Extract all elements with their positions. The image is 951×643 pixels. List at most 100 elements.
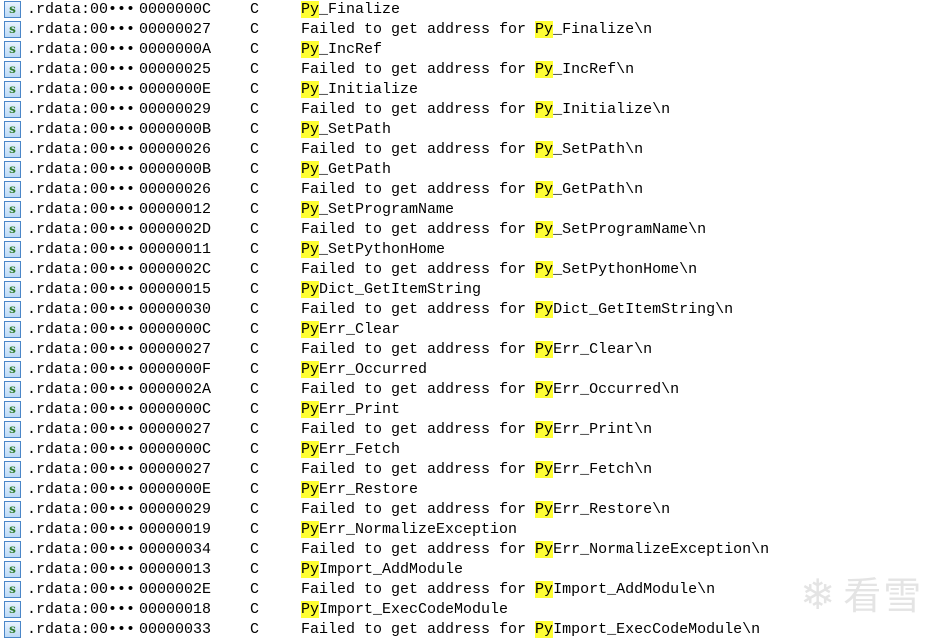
string-row[interactable]: s .rdata:00••• 0000000C C Py_Finalize	[0, 0, 951, 20]
string-cell: Failed to get address for PyErr_Clear\n	[301, 340, 652, 360]
type-cell: C	[250, 561, 260, 578]
string-row[interactable]: s .rdata:00••• 0000000C C PyErr_Clear	[0, 320, 951, 340]
string-cell: Py_GetPath	[301, 160, 391, 180]
string-row[interactable]: s .rdata:00••• 0000000C C PyErr_Fetch	[0, 440, 951, 460]
search-match-highlight: Py	[535, 381, 554, 398]
string-row[interactable]: s .rdata:00••• 00000025 C Failed to get addr…	[0, 60, 951, 80]
string-row[interactable]: s .rdata:00••• 0000000E C PyErr_Restore	[0, 480, 951, 500]
string-row[interactable]: s .rdata:00••• 0000000C C PyErr_Print	[0, 400, 951, 420]
length-cell: 00000034	[139, 541, 212, 558]
string-row[interactable]: s .rdata:00••• 0000000E C Py_Initialize	[0, 80, 951, 100]
type-cell: C	[250, 301, 260, 318]
string-row[interactable]: s .rdata:00••• 0000002D C Failed to get addr…	[0, 220, 951, 240]
type-cell: C	[250, 501, 260, 518]
string-row[interactable]: s .rdata:00••• 0000002A C Failed to get addr…	[0, 380, 951, 400]
string-row[interactable]: s .rdata:00••• 00000029 C Failed to get addr…	[0, 100, 951, 120]
search-match-highlight: Py	[535, 301, 554, 318]
string-rest: Err_Print\n	[553, 421, 653, 438]
string-rest: Err_Clear\n	[553, 341, 653, 358]
string-rest: Err_Occurred	[319, 361, 428, 378]
string-rest: _IncRef	[319, 41, 383, 58]
string-rest: _Initialize\n	[553, 101, 671, 118]
search-match-highlight: Py	[535, 541, 554, 558]
string-row[interactable]: s .rdata:00••• 0000000B C Py_SetPath	[0, 120, 951, 140]
address-cell: .rdata:00•••	[27, 341, 136, 358]
string-row[interactable]: s .rdata:00••• 00000011 C Py_SetPythonHome	[0, 240, 951, 260]
string-row[interactable]: s .rdata:00••• 00000026 C Failed to get addr…	[0, 140, 951, 160]
type-cell: C	[250, 321, 260, 338]
string-icon: s	[4, 61, 21, 78]
length-cell: 00000027	[139, 421, 212, 438]
string-row[interactable]: s .rdata:00••• 00000034 C Failed to get addr…	[0, 540, 951, 560]
address-cell: .rdata:00•••	[27, 381, 136, 398]
string-icon: s	[4, 101, 21, 118]
string-cell: PyErr_Fetch	[301, 440, 400, 460]
address-cell: .rdata:00•••	[27, 481, 136, 498]
type-cell: C	[250, 601, 260, 618]
string-row[interactable]: s .rdata:00••• 00000027 C Failed to get addr…	[0, 460, 951, 480]
string-rest: Import_AddModule	[319, 561, 464, 578]
string-cell: Failed to get address for Py_GetPath\n	[301, 180, 643, 200]
string-row[interactable]: s .rdata:00••• 00000029 C Failed to get addr…	[0, 500, 951, 520]
search-match-highlight: Py	[535, 181, 554, 198]
length-cell: 00000025	[139, 61, 212, 78]
string-prefix: Failed to get address for	[301, 621, 536, 638]
string-row[interactable]: s .rdata:00••• 00000027 C Failed to get addr…	[0, 20, 951, 40]
string-icon: s	[4, 401, 21, 418]
address-cell: .rdata:00•••	[27, 581, 136, 598]
string-icon: s	[4, 21, 21, 38]
length-cell: 0000000C	[139, 401, 212, 418]
string-row[interactable]: s .rdata:00••• 00000015 C PyDict_GetItemStri…	[0, 280, 951, 300]
string-prefix: Failed to get address for	[301, 101, 536, 118]
string-row[interactable]: s .rdata:00••• 00000027 C Failed to get addr…	[0, 420, 951, 440]
length-cell: 0000000A	[139, 41, 212, 58]
address-cell: .rdata:00•••	[27, 1, 136, 18]
string-icon: s	[4, 81, 21, 98]
length-cell: 0000000C	[139, 321, 212, 338]
type-cell: C	[250, 41, 260, 58]
string-prefix: Failed to get address for	[301, 381, 536, 398]
length-cell: 0000000C	[139, 441, 212, 458]
string-rest: Err_NormalizeException\n	[553, 541, 770, 558]
string-row[interactable]: s .rdata:00••• 00000019 C PyErr_NormalizeExc…	[0, 520, 951, 540]
address-cell: .rdata:00•••	[27, 541, 136, 558]
string-row[interactable]: s .rdata:00••• 0000002C C Failed to get addr…	[0, 260, 951, 280]
string-row[interactable]: s .rdata:00••• 00000012 C Py_SetProgramName	[0, 200, 951, 220]
string-row[interactable]: s .rdata:00••• 00000026 C Failed to get addr…	[0, 180, 951, 200]
string-row[interactable]: s .rdata:00••• 0000000B C Py_GetPath	[0, 160, 951, 180]
length-cell: 00000027	[139, 21, 212, 38]
search-match-highlight: Py	[301, 601, 320, 618]
string-rest: _Finalize	[319, 1, 401, 18]
string-icon: s	[4, 261, 21, 278]
string-row[interactable]: s .rdata:00••• 00000030 C Failed to get addr…	[0, 300, 951, 320]
address-cell: .rdata:00•••	[27, 321, 136, 338]
type-cell: C	[250, 381, 260, 398]
string-row[interactable]: s .rdata:00••• 00000033 C Failed to get addr…	[0, 620, 951, 640]
string-cell: Failed to get address for Py_Initialize\…	[301, 100, 670, 120]
string-icon: s	[4, 221, 21, 238]
address-cell: .rdata:00•••	[27, 121, 136, 138]
string-row[interactable]: s .rdata:00••• 00000027 C Failed to get addr…	[0, 340, 951, 360]
length-cell: 00000026	[139, 141, 212, 158]
string-cell: Failed to get address for PyErr_Normaliz…	[301, 540, 769, 560]
length-cell: 0000000E	[139, 81, 212, 98]
address-cell: .rdata:00•••	[27, 41, 136, 58]
string-prefix: Failed to get address for	[301, 301, 536, 318]
length-cell: 00000011	[139, 241, 212, 258]
string-prefix: Failed to get address for	[301, 581, 536, 598]
string-row[interactable]: s .rdata:00••• 0000000A C Py_IncRef	[0, 40, 951, 60]
string-row[interactable]: s .rdata:00••• 0000000F C PyErr_Occurred	[0, 360, 951, 380]
length-cell: 0000002A	[139, 381, 212, 398]
length-cell: 0000000C	[139, 1, 212, 18]
length-cell: 00000033	[139, 621, 212, 638]
type-cell: C	[250, 341, 260, 358]
length-cell: 0000000B	[139, 161, 212, 178]
string-cell: Py_SetPythonHome	[301, 240, 445, 260]
type-cell: C	[250, 21, 260, 38]
length-cell: 0000000F	[139, 361, 212, 378]
length-cell: 00000026	[139, 181, 212, 198]
string-cell: Failed to get address for PyErr_Restore\…	[301, 500, 670, 520]
string-icon: s	[4, 161, 21, 178]
string-cell: Py_SetProgramName	[301, 200, 454, 220]
address-cell: .rdata:00•••	[27, 141, 136, 158]
